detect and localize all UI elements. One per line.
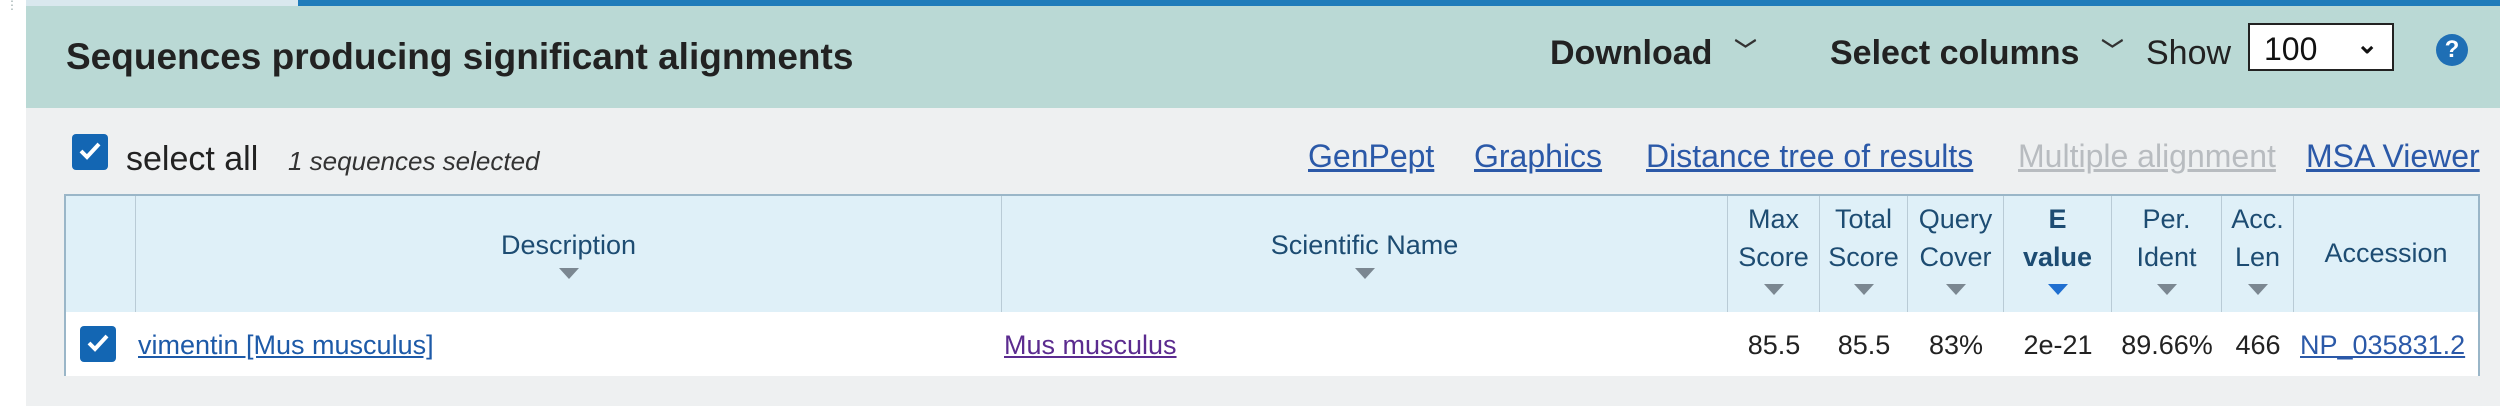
window-edge-handle: ⋮ [6,0,18,12]
column-label-line1: Per. [2142,204,2191,234]
column-label-line1: Acc. [2231,204,2284,234]
select-columns-label: Select columns [1830,34,2080,72]
column-header-e-value[interactable]: E value [2004,196,2112,312]
max-score-value: 85.5 [1747,330,1801,360]
column-label-line1: Max [1747,204,1799,234]
column-header-max-score[interactable]: Max Score [1728,196,1820,312]
column-label-line1: Total [1834,204,1893,234]
multiple-alignment-link: Multiple alignment [2018,138,2276,174]
header-select-column [66,196,136,312]
total-score-value: 85.5 [1837,330,1891,360]
distance-tree-link[interactable]: Distance tree of results [1646,138,1973,175]
query-cover-value: 83% [1928,330,1984,360]
column-label-line2: Score [1828,242,1899,272]
select-columns-dropdown[interactable]: Select columns ﹀ [1830,34,2123,73]
per-ident-value: 89.66% [2121,330,2213,360]
column-label-line2: Score [1738,242,1809,272]
sort-arrow-icon-active[interactable] [2047,284,2068,295]
sort-arrow-icon[interactable] [1763,284,1784,295]
e-value-value: 2e-21 [2023,330,2093,360]
column-label: Scientific Name [1270,230,1459,260]
column-label: Accession [2324,238,2448,268]
column-label-line2: Len [2234,242,2281,272]
help-icon[interactable]: ? [2436,34,2468,66]
column-header-accession: Accession [2294,196,2478,312]
page-title: Sequences producing significant alignmen… [66,36,854,77]
selected-count: 1 sequences selected [288,146,540,176]
column-label-line1: E [2048,204,2067,234]
sort-arrow-icon[interactable] [1354,268,1375,279]
download-dropdown[interactable]: Download ﹀ [1550,34,1756,73]
checkmark-icon [87,334,109,352]
results-header: Sequences producing significant alignmen… [26,6,2500,108]
select-all-label: select all [126,140,259,178]
column-label-line2: value [2022,242,2093,272]
sort-arrow-icon[interactable] [558,268,579,279]
accession-link[interactable]: NP_035831.2 [2300,330,2465,361]
show-count-value: 100 [2264,31,2318,67]
results-panel: Sequences producing significant alignmen… [26,6,2500,406]
show-count-select[interactable]: 100 ⌄ [2248,23,2394,71]
chevron-down-icon: ﹀ [1734,38,1757,63]
select-arrow-icon: ⌄ [2356,29,2378,59]
chevron-down-icon: ﹀ [2101,38,2124,63]
msa-viewer-link[interactable]: MSA Viewer [2306,138,2480,175]
column-label-line2: Ident [2136,242,2197,272]
table-header: Description Scientific Name Max Score To… [66,196,2478,312]
results-table: Description Scientific Name Max Score To… [64,194,2480,376]
column-label: Description [500,230,637,260]
column-header-acc-len[interactable]: Acc. Len [2222,196,2294,312]
graphics-link[interactable]: Graphics [1474,138,1602,175]
download-label: Download [1550,34,1713,72]
sort-arrow-icon[interactable] [1853,284,1874,295]
column-header-query-cover[interactable]: Query Cover [1908,196,2004,312]
sort-arrow-icon[interactable] [1945,284,1966,295]
column-label-line2: Cover [1919,242,1992,272]
sort-arrow-icon[interactable] [2156,284,2177,295]
checkmark-icon [79,142,101,160]
genpept-link[interactable]: GenPept [1308,138,1434,175]
scientific-name-link[interactable]: Mus musculus [1004,330,1177,361]
show-label: Show [2146,34,2232,72]
column-header-description[interactable]: Description [136,196,1002,312]
column-header-per-ident[interactable]: Per. Ident [2112,196,2222,312]
column-label-line1: Query [1918,204,1993,234]
column-header-scientific-name[interactable]: Scientific Name [1002,196,1728,312]
description-link[interactable]: vimentin [Mus musculus] [138,330,434,361]
column-header-total-score[interactable]: Total Score [1820,196,1908,312]
select-all-checkbox[interactable] [72,134,108,170]
row-select-checkbox[interactable] [80,326,116,362]
sort-arrow-icon[interactable] [2247,284,2268,295]
acc-len-value: 466 [2235,330,2281,360]
